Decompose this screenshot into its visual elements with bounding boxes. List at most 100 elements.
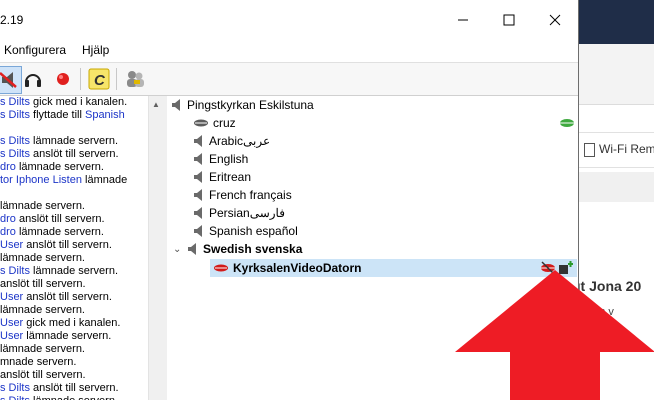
log-line: User anslöt till servern. (0, 239, 112, 252)
users-button[interactable] (122, 66, 148, 92)
log-line: lämnade servern. (0, 343, 85, 356)
log-text: anslöt till servern. (15, 213, 105, 225)
speaker-icon (194, 207, 202, 219)
log-line: dro lämnade servern. (0, 161, 104, 174)
tree-channel-arabic[interactable]: Arabicعربى (193, 132, 270, 150)
log-text: anslöt till servern. (29, 382, 119, 394)
tree-channel-english[interactable]: English (193, 150, 248, 168)
mute-speaker-button[interactable] (0, 66, 22, 94)
tree-channel-label: Spanish español (209, 224, 298, 238)
menu-bar: Konfigurera Hjälp (0, 40, 578, 60)
log-text: lämnade servern. (30, 395, 118, 400)
log-line: s Dilts anslöt till servern. (0, 148, 119, 161)
mute-speaker-icon (0, 72, 17, 88)
user-status-icon (560, 119, 574, 127)
tree-channel-label: Swedish svenska (203, 242, 303, 256)
log-text: anslöt till servern. (0, 278, 86, 290)
tree-channel-label: Eritrean (209, 170, 252, 184)
headphones-button[interactable] (20, 66, 46, 92)
log-user[interactable]: User (0, 291, 23, 303)
log-line: User anslöt till servern. (0, 291, 112, 304)
log-text: lämnade servern. (29, 265, 118, 277)
log-text: lämnade servern. (0, 343, 85, 355)
background-toolbar (578, 44, 654, 105)
tree-channel-spanish[interactable]: Spanish español (193, 222, 298, 240)
log-user[interactable]: s Dilts (0, 382, 30, 394)
log-user[interactable]: s Dilts (0, 265, 30, 277)
log-line: s Dilts gick med i kanalen. (0, 96, 127, 109)
log-line: s Dilts flyttade till Spanish (0, 109, 125, 122)
log-user[interactable]: s Dilts (0, 109, 30, 121)
title-bar: 2.19 (0, 0, 578, 40)
log-user[interactable]: User (0, 330, 23, 342)
log-text: lämnade servern. (0, 200, 85, 212)
menu-hjalp[interactable]: Hjälp (82, 43, 109, 57)
log-user[interactable]: s Dilts (0, 96, 30, 108)
tree-channel-swedish[interactable]: ⌄ Swedish svenska (173, 240, 302, 258)
tree-channel-french[interactable]: French français (193, 186, 292, 204)
log-text: anslöt till servern. (23, 291, 112, 303)
tree-user-cruz[interactable]: cruz (193, 114, 236, 132)
log-user[interactable]: User (0, 239, 23, 251)
record-button[interactable] (50, 66, 76, 92)
log-line: lämnade servern. (0, 252, 85, 265)
log-user[interactable]: s Dilts (0, 148, 30, 160)
log-line: User lämnade servern. (0, 330, 111, 343)
red-lips-icon (214, 264, 228, 272)
close-button[interactable] (532, 0, 578, 40)
speaker-icon (194, 153, 202, 165)
log-user[interactable]: s Dilts (0, 135, 30, 147)
console-icon: C (88, 68, 110, 90)
tree-root[interactable]: Pingstkyrkan Eskilstuna (171, 96, 314, 114)
log-user[interactable]: s Dilts (0, 395, 30, 400)
log-line: dro anslöt till servern. (0, 213, 105, 226)
log-text: lämnade servern. (0, 304, 85, 316)
log-text: flyttade till (29, 109, 85, 121)
tree-channel-persian[interactable]: Persianفارسی (193, 204, 285, 222)
speaker-icon (188, 243, 196, 255)
log-user[interactable]: tor Iphone Listen (0, 174, 82, 186)
log-user[interactable]: dro (0, 213, 16, 225)
background-panel (578, 172, 654, 202)
speaker-icon (194, 135, 202, 147)
console-button[interactable]: C (86, 66, 112, 92)
log-line: lämnade servern. (0, 200, 85, 213)
log-line: s Dilts lämnade servern. (0, 265, 118, 278)
log-user[interactable]: User (0, 317, 23, 329)
log-channel[interactable]: Spanish (85, 109, 125, 121)
log-scrollbar[interactable]: ▲ (148, 96, 164, 400)
log-user[interactable]: dro (0, 161, 16, 173)
chevron-down-icon[interactable]: ⌄ (173, 244, 187, 255)
log-line: anslöt till servern. (0, 278, 86, 291)
log-text: gick med i kanalen. (29, 96, 128, 108)
background-tab[interactable]: Wi-Fi Rem (578, 132, 654, 168)
toolbar-separator (80, 68, 81, 90)
tree-channel-eritrean[interactable]: Eritrean (193, 168, 251, 186)
log-text: lämnade servern. (23, 330, 112, 342)
log-line: dro lämnade servern. (0, 226, 104, 239)
tree-root-label: Pingstkyrkan Eskilstuna (187, 98, 314, 112)
scroll-up-icon[interactable]: ▲ (152, 100, 160, 109)
speaker-icon (194, 171, 202, 183)
log-user[interactable]: dro (0, 226, 16, 238)
activity-log: s Dilts gick med i kanalen. s Dilts flytt… (0, 96, 148, 400)
log-line: s Dilts anslöt till servern. (0, 382, 119, 395)
toolbar-separator (116, 68, 117, 90)
log-line: s Dilts lämnade servern. (0, 395, 118, 400)
tree-user-label: KyrksalenVideoDatorn (233, 261, 362, 275)
toolbar: C (0, 62, 578, 96)
log-text: lämnade (81, 174, 128, 186)
maximize-icon (503, 14, 515, 26)
tree-channel-label: English (209, 152, 249, 166)
tree-user-selected[interactable]: KyrksalenVideoDatorn (213, 259, 362, 277)
log-line: anslöt till servern. (0, 369, 86, 382)
maximize-button[interactable] (486, 0, 532, 40)
minimize-button[interactable] (440, 0, 486, 40)
tree-channel-label: Persianفارسی (209, 206, 285, 220)
menu-konfigurera[interactable]: Konfigurera (4, 43, 66, 57)
headphones-icon (25, 74, 41, 87)
log-text: gick med i kanalen. (23, 317, 121, 329)
speaker-icon (172, 99, 180, 111)
record-icon (57, 73, 69, 85)
log-line: mnade servern. (0, 356, 76, 369)
